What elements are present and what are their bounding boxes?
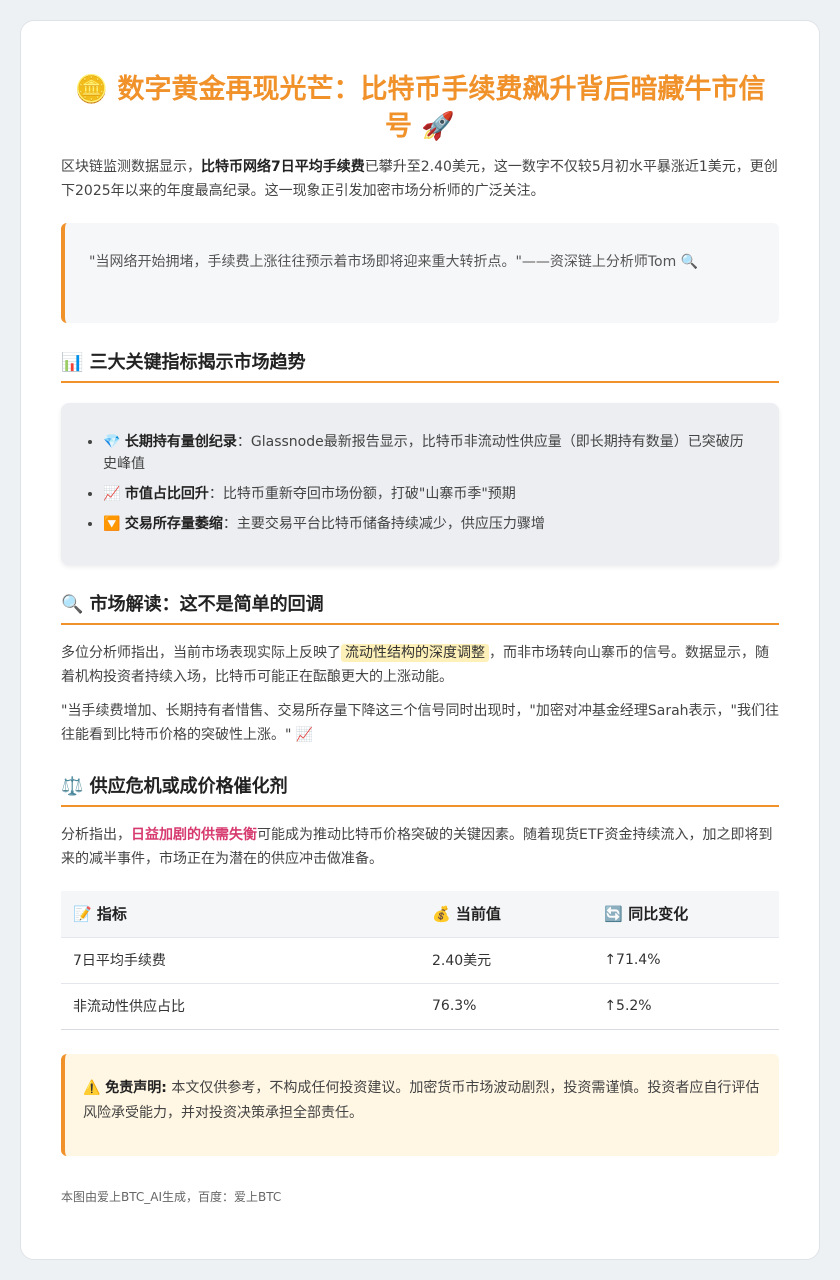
supply-paragraph: 分析指出，日益加剧的供需失衡可能成为推动比特币价格突破的关键因素。随着现货ETF… — [61, 823, 779, 871]
pink-highlight-text: 日益加剧的供需失衡 — [131, 827, 257, 843]
metrics-box: 💎 长期持有量创纪录：Glassnode最新报告显示，比特币非流动性供应量（即长… — [61, 403, 779, 565]
analysis-prefix: 多位分析师指出，当前市场表现实际上反映了 — [61, 645, 341, 661]
down-arrow-icon: 🔽 — [103, 516, 121, 532]
list-item-label: 市值占比回升 — [124, 486, 209, 502]
metrics-list: 💎 长期持有量创纪录：Glassnode最新报告显示，比特币非流动性供应量（即长… — [85, 431, 755, 535]
cell-value: 76.3% — [420, 983, 593, 1030]
cell-value: 2.40美元 — [420, 937, 593, 984]
section-title-metrics: 📊 三大关键指标揭示市场趋势 — [61, 349, 779, 383]
section-title-analysis: 🔍 市场解读：这不是简单的回调 — [61, 591, 779, 625]
table-row: 7日平均手续费 2.40美元 ↑71.4% — [61, 937, 779, 984]
page-title: 🪙 数字黄金再现光芒：比特币手续费飙升背后暗藏牛市信号 🚀 — [74, 74, 766, 142]
list-item: 📈 市值占比回升：比特币重新夺回市场份额，打破"山寨币季"预期 — [103, 483, 755, 505]
list-item-label: 交易所存量萎缩 — [124, 516, 223, 532]
cell-metric: 7日平均手续费 — [61, 937, 420, 984]
diamond-icon: 💎 — [103, 434, 121, 450]
analysis-paragraph: 多位分析师指出，当前市场表现实际上反映了 流动性结构的深度调整 ，而非市场转向山寨币… — [61, 641, 779, 689]
list-item-text: ：主要交易平台比特币储备持续减少，供应压力骤增 — [222, 516, 545, 532]
header-current-value: 💰 当前值 — [420, 891, 593, 938]
table-header-row: 📝 指标 💰 当前值 🔄 同比变化 — [61, 891, 779, 938]
table-row: 非流动性供应占比 76.3% ↑5.2% — [61, 983, 779, 1030]
chart-up-icon: 📈 — [103, 486, 121, 502]
cell-metric: 非流动性供应占比 — [61, 983, 420, 1030]
metrics-table: 📝 指标 💰 当前值 🔄 同比变化 7日平均手续费 2.40美元 ↑71.4% … — [61, 891, 779, 1030]
intro-paragraph: 区块链监测数据显示，比特币网络7日平均手续费已攀升至2.40美元，这一数字不仅较… — [61, 155, 779, 203]
cell-change: ↑5.2% — [592, 983, 779, 1030]
list-item-label: 长期持有量创纪录 — [124, 434, 237, 450]
disclaimer-text: 本文仅供参考，不构成任何投资建议。加密货币市场波动剧烈，投资需谨慎。投资者应自行… — [83, 1079, 760, 1121]
list-item: 💎 长期持有量创纪录：Glassnode最新报告显示，比特币非流动性供应量（即长… — [103, 431, 755, 475]
highlight-text: 流动性结构的深度调整 — [341, 644, 489, 662]
article-card: 🪙 数字黄金再现光芒：比特币手续费飙升背后暗藏牛市信号 🚀 区块链监测数据显示，… — [20, 20, 820, 1260]
header-metric: 📝 指标 — [61, 891, 420, 938]
disclaimer-box: ⚠️ 免责声明: 本文仅供参考，不构成任何投资建议。加密货币市场波动剧烈，投资需… — [61, 1053, 779, 1156]
supply-prefix: 分析指出， — [61, 827, 131, 843]
footer-note: 本图由爱上BTC_AI生成，百度：爱上BTC — [61, 1189, 282, 1204]
cell-change: ↑71.4% — [592, 937, 779, 984]
list-item: 🔽 交易所存量萎缩：主要交易平台比特币储备持续减少，供应压力骤增 — [103, 513, 755, 535]
intro-bold: 比特币网络7日平均手续费 — [201, 159, 365, 175]
sarah-quote-paragraph: "当手续费增加、长期持有者惜售、交易所存量下降这三个信号同时出现时，"加密对冲基… — [61, 703, 779, 743]
section-title-supply: ⚖️ 供应危机或成价格催化剂 — [61, 773, 779, 807]
analyst-quote: "当网络开始拥堵，手续费上涨往往预示着市场即将迎来重大转折点。"——资深链上分析… — [61, 223, 779, 323]
disclaimer-label: ⚠️ 免责声明: — [83, 1079, 167, 1096]
header-yoy-change: 🔄 同比变化 — [592, 891, 779, 938]
intro-prefix: 区块链监测数据显示， — [61, 159, 201, 175]
list-item-text: ：比特币重新夺回市场份额，打破"山寨币季"预期 — [208, 486, 516, 502]
